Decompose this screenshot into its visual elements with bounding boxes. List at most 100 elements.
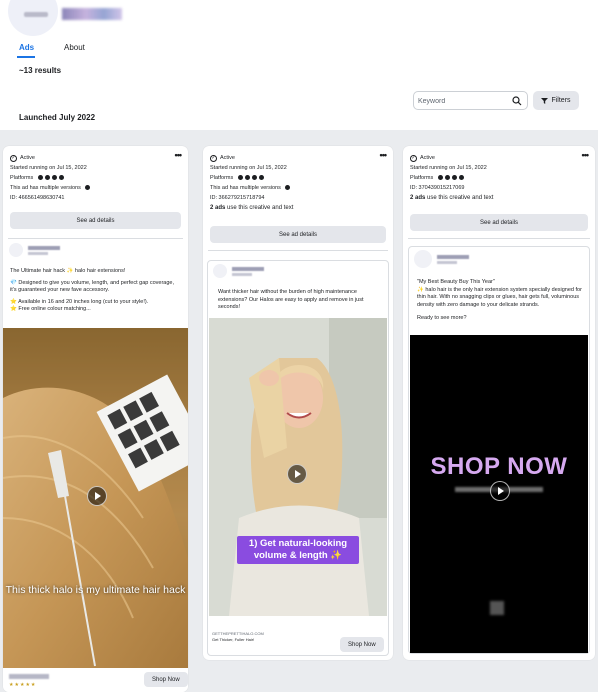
link-preview[interactable]: GETTHEPRETTIHALO.COM Get Thicker, Fuller… bbox=[212, 631, 264, 643]
status-row: ✓ Active bbox=[210, 153, 386, 163]
divider bbox=[208, 250, 388, 251]
ad-body-text: Want thicker hair without the burden of … bbox=[218, 289, 378, 312]
versions-note: This ad has multiple versions bbox=[210, 185, 281, 191]
status-row: ✓ Active bbox=[10, 153, 181, 163]
ad-body-line: ⭐ Free online colour matching... bbox=[10, 306, 91, 312]
page-avatar[interactable] bbox=[8, 0, 58, 36]
messenger-icon bbox=[58, 175, 64, 181]
platforms-label: Platforms bbox=[10, 175, 34, 181]
see-ad-details-button[interactable]: See ad details bbox=[210, 226, 386, 243]
see-ad-details-button[interactable]: See ad details bbox=[410, 214, 588, 231]
started-running: Started running on Jul 15, 2022 bbox=[410, 165, 487, 171]
status-row: ✓ Active bbox=[410, 153, 588, 163]
audience-network-icon bbox=[451, 175, 457, 181]
advertiser-avatar bbox=[213, 264, 227, 278]
video-shop-now-text: SHOP NOW bbox=[430, 453, 568, 480]
ad-body-line: 💎 Designed to give you volume, length, a… bbox=[10, 279, 175, 294]
ad-meta: ✓ Active Started running on Jul 15, 2022… bbox=[210, 153, 386, 213]
ads-count: 2 ads bbox=[210, 205, 226, 211]
divider bbox=[408, 238, 590, 239]
advertiser-row[interactable] bbox=[9, 243, 60, 257]
link-domain-blurred bbox=[9, 674, 49, 679]
ad-meta: ✓ Active Started running on Jul 15, 2022… bbox=[10, 153, 181, 203]
status-label: Active bbox=[220, 155, 235, 161]
ads-count-text: use this creative and text bbox=[427, 195, 494, 201]
ad-id: ID: 466561498630741 bbox=[10, 195, 65, 201]
facebook-icon bbox=[37, 175, 43, 181]
search-box[interactable] bbox=[413, 91, 528, 110]
search-icon[interactable] bbox=[512, 96, 522, 106]
page-header: Ads About ~13 results Filters Launched J… bbox=[0, 0, 598, 130]
ad-body-text: The Ultimate hair hack ✨ halo hair exten… bbox=[10, 268, 182, 314]
more-options-icon[interactable]: ••• bbox=[582, 150, 590, 160]
sponsored-label-blurred bbox=[232, 272, 252, 276]
ad-card: ✓ Active Started running on Jul 15, 2022… bbox=[203, 146, 393, 660]
play-button[interactable] bbox=[87, 486, 107, 506]
ad-body-line: The Ultimate hair hack ✨ halo hair exten… bbox=[10, 268, 126, 274]
status-label: Active bbox=[420, 155, 435, 161]
messenger-icon bbox=[458, 175, 464, 181]
check-circle-icon: ✓ bbox=[10, 154, 17, 162]
platforms-label: Platforms bbox=[210, 175, 234, 181]
more-options-icon[interactable]: ••• bbox=[380, 150, 388, 160]
ad-body-line: ⭐ Available in 16 and 20 inches long (cu… bbox=[10, 298, 149, 305]
info-icon[interactable] bbox=[285, 185, 291, 191]
advertiser-row[interactable] bbox=[213, 264, 264, 278]
ad-card: ✓ Active Started running on Jul 15, 2022… bbox=[403, 146, 595, 660]
filters-button[interactable]: Filters bbox=[533, 91, 579, 110]
ad-card: ✓ Active Started running on Jul 15, 2022… bbox=[3, 146, 188, 692]
advertiser-avatar bbox=[414, 250, 432, 268]
audience-network-icon bbox=[251, 175, 257, 181]
advertiser-name-blurred bbox=[437, 254, 469, 259]
ad-video[interactable]: SHOP NOW bbox=[410, 335, 588, 653]
video-caption: 1) Get natural-looking volume & length ✨ bbox=[237, 536, 359, 564]
advertiser-name-blurred bbox=[28, 245, 60, 250]
ad-creative: Want thicker hair without the burden of … bbox=[207, 260, 389, 656]
sponsored-label-blurred bbox=[28, 251, 48, 255]
instagram-icon bbox=[444, 175, 450, 181]
video-caption: This thick halo is my ultimate hair hack bbox=[5, 584, 186, 596]
instagram-icon bbox=[44, 175, 50, 181]
advertiser-row[interactable] bbox=[414, 250, 469, 268]
ad-id: ID: 370439015217069 bbox=[410, 185, 465, 191]
tab-about[interactable]: About bbox=[64, 43, 85, 52]
ad-video[interactable]: 1) Get natural-looking volume & length ✨ bbox=[209, 318, 387, 616]
ad-video[interactable]: This thick halo is my ultimate hair hack bbox=[3, 328, 188, 668]
see-ad-details-button[interactable]: See ad details bbox=[10, 212, 181, 229]
ads-count-text: use this creative and text bbox=[227, 205, 294, 211]
tab-ads-label: Ads bbox=[19, 43, 35, 52]
blurred-logo bbox=[490, 601, 504, 615]
messenger-icon bbox=[258, 175, 264, 181]
results-count: ~13 results bbox=[19, 66, 62, 75]
versions-note: This ad has multiple versions bbox=[10, 185, 81, 191]
status-label: Active bbox=[20, 155, 35, 161]
ad-body-text: "My Best Beauty Buy This Year" ✨ halo ha… bbox=[417, 279, 583, 323]
section-title: Launched July 2022 bbox=[19, 113, 96, 122]
platforms-row: Platforms bbox=[10, 173, 181, 183]
shop-now-button[interactable]: Shop Now bbox=[144, 672, 188, 687]
versions-row: This ad has multiple versions bbox=[210, 183, 386, 193]
filter-icon bbox=[541, 97, 549, 104]
tab-ads[interactable]: Ads bbox=[17, 43, 35, 58]
instagram-icon bbox=[244, 175, 250, 181]
facebook-icon bbox=[437, 175, 443, 181]
ad-id: ID: 366279215718794 bbox=[210, 195, 265, 201]
rating-stars-icon: ★★★★★ bbox=[9, 682, 37, 688]
shop-now-button[interactable]: Shop Now bbox=[340, 637, 384, 652]
platform-icons bbox=[37, 175, 64, 181]
ads-count: 2 ads bbox=[410, 195, 426, 201]
play-button[interactable] bbox=[490, 481, 510, 501]
link-title: Get Thicker, Fuller Hair! bbox=[212, 637, 255, 642]
check-circle-icon: ✓ bbox=[210, 154, 217, 162]
ad-body-line: Ready to see more? bbox=[417, 315, 467, 321]
ad-body-line: "My Best Beauty Buy This Year" bbox=[417, 279, 495, 285]
info-icon[interactable] bbox=[85, 185, 91, 191]
advertiser-name-blurred bbox=[232, 266, 264, 271]
search-input[interactable] bbox=[418, 95, 508, 107]
check-circle-icon: ✓ bbox=[410, 154, 417, 162]
more-options-icon[interactable]: ••• bbox=[175, 150, 183, 160]
play-button[interactable] bbox=[287, 464, 307, 484]
versions-row: This ad has multiple versions bbox=[10, 183, 181, 193]
tab-about-label: About bbox=[64, 43, 85, 52]
ad-creative: The Ultimate hair hack ✨ halo hair exten… bbox=[3, 240, 188, 692]
